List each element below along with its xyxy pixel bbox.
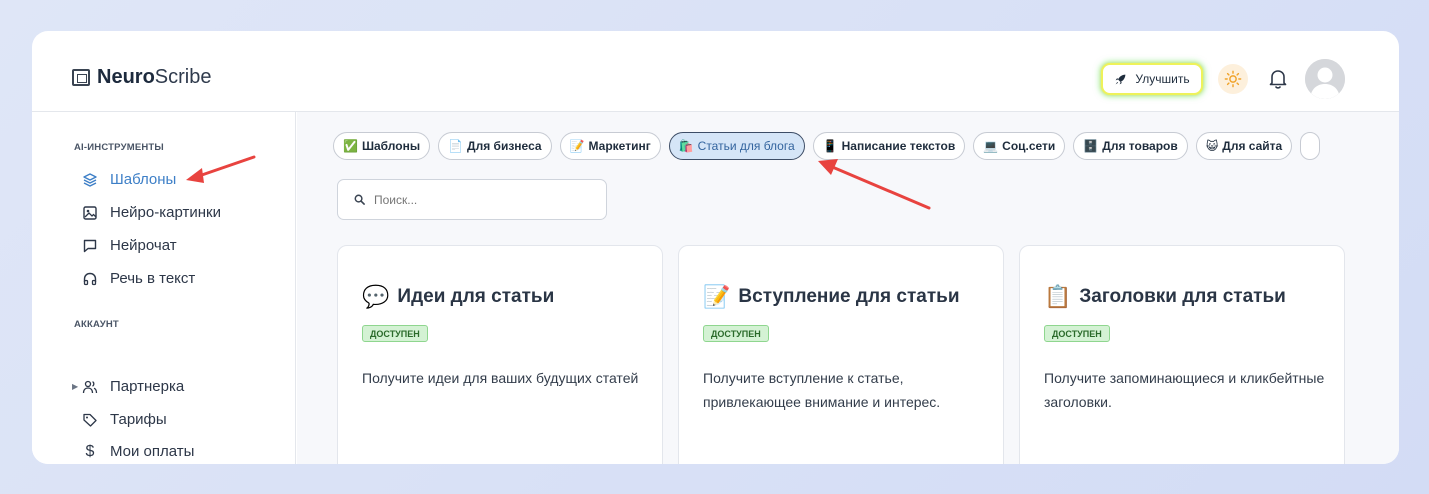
- image-icon: [82, 205, 98, 221]
- chip-products[interactable]: 🗄️ Для товаров: [1073, 132, 1188, 160]
- users-icon: [82, 379, 98, 395]
- headphones-icon: [82, 271, 98, 287]
- card-description: Получите идеи для ваших будущих статей: [362, 370, 639, 386]
- chip-copywriting[interactable]: 📱 Написание текстов: [812, 132, 966, 160]
- theme-toggle-button[interactable]: [1218, 64, 1248, 94]
- avatar-icon: [1305, 59, 1345, 99]
- chip-label: Для бизнеса: [467, 139, 542, 153]
- logo[interactable]: NeuroScribe: [72, 67, 212, 87]
- card-title-text: Идеи для статьи: [397, 286, 555, 307]
- card-title: 📋 Заголовки для статьи: [1044, 284, 1286, 310]
- search-icon: [354, 194, 365, 205]
- logo-text: NeuroScribe: [97, 66, 212, 88]
- text-lines-icon: 📝: [703, 284, 731, 309]
- chip-social[interactable]: 💻 Соц.сети: [973, 132, 1066, 160]
- status-badge: ДОСТУПЕН: [1044, 325, 1110, 342]
- chip-marketing[interactable]: 📝 Маркетинг: [559, 132, 661, 160]
- sidebar: AI-ИНСТРУМЕНТЫ Шаблоны Нейро-картинки Не…: [32, 112, 296, 464]
- chip-website[interactable]: 😺 Для сайта: [1195, 132, 1293, 160]
- bell-icon[interactable]: [1268, 68, 1288, 90]
- sidebar-item-payments[interactable]: $ Мои оплаты: [82, 442, 195, 461]
- cat-face-icon: 😺: [1205, 139, 1219, 153]
- template-card[interactable]: 💬 Идеи для статьи ДОСТУПЕН Получите идеи …: [337, 245, 663, 464]
- chip-label: Соц.сети: [1002, 139, 1056, 153]
- memo-icon: 📝: [569, 139, 585, 153]
- sidebar-item-label: Речь в текст: [110, 270, 196, 287]
- chip-overflow[interactable]: [1300, 132, 1321, 160]
- search-input[interactable]: [374, 192, 574, 207]
- expand-caret-icon[interactable]: ▶: [72, 382, 78, 391]
- phone-icon: 📱: [822, 139, 838, 153]
- search-box[interactable]: [337, 179, 607, 220]
- chip-label: Написание текстов: [841, 139, 956, 153]
- layers-icon: [82, 172, 98, 188]
- chip-label: Статьи для блога: [697, 139, 795, 153]
- status-badge: ДОСТУПЕН: [703, 325, 769, 342]
- sidebar-item-neurochat[interactable]: Нейрочат: [82, 237, 177, 254]
- sidebar-item-partner[interactable]: Партнерка: [82, 378, 184, 395]
- tag-icon: [82, 412, 98, 428]
- sidebar-item-templates[interactable]: Шаблоны: [82, 171, 176, 188]
- user-avatar[interactable]: [1305, 59, 1345, 99]
- upgrade-label: Улучшить: [1135, 72, 1190, 86]
- cabinet-icon: 🗄️: [1083, 139, 1099, 153]
- sidebar-item-label: Нейро-картинки: [110, 204, 221, 221]
- chip-label: Шаблоны: [361, 139, 421, 153]
- card-description: Получите запоминающиеся и кликбейтные за…: [1044, 370, 1325, 410]
- speech-bubble-icon: 💬: [362, 284, 390, 309]
- status-badge: ДОСТУПЕН: [362, 325, 428, 342]
- template-card[interactable]: 📋 Заголовки для статьи ДОСТУПЕН Получите …: [1019, 245, 1345, 464]
- section-label-account: АККАУНТ: [74, 319, 119, 330]
- card-title: 💬 Идеи для статьи: [362, 284, 554, 310]
- chip-business[interactable]: 📄 Для бизнеса: [438, 132, 552, 160]
- chip-templates[interactable]: ✅ Шаблоны: [333, 132, 431, 160]
- sidebar-item-tariffs[interactable]: Тарифы: [82, 411, 167, 428]
- card-title-text: Вступление для статьи: [738, 286, 960, 307]
- sun-icon: [1224, 70, 1242, 88]
- sidebar-item-speech-to-text[interactable]: Речь в текст: [82, 270, 195, 287]
- category-chips: ✅ Шаблоны 📄 Для бизнеса 📝 Маркетинг 🛍️ Стать…: [333, 132, 1321, 160]
- template-card[interactable]: 📝 Вступление для статьи ДОСТУПЕН Получите…: [678, 245, 1004, 464]
- upgrade-button[interactable]: Улучшить: [1101, 63, 1203, 95]
- shopping-bags-icon: 🛍️: [678, 139, 694, 153]
- sidebar-item-label: Нейрочат: [110, 237, 177, 254]
- sidebar-item-label: Партнерка: [110, 378, 185, 395]
- chip-label: Для сайта: [1222, 139, 1283, 153]
- main-content: ✅ Шаблоны 📄 Для бизнеса 📝 Маркетинг 🛍️ Стать…: [297, 112, 1399, 464]
- app-window: NeuroScribe Улучшить AI-ИНСТРУМЕНТЫ Шабл…: [32, 31, 1399, 464]
- checkbox-icon: ✅: [343, 139, 358, 153]
- chip-blog-articles[interactable]: 🛍️ Статьи для блога: [668, 132, 805, 160]
- chat-icon: [82, 238, 98, 254]
- sidebar-item-neuro-images[interactable]: Нейро-картинки: [82, 204, 221, 221]
- top-header: NeuroScribe Улучшить: [32, 31, 1399, 112]
- card-description: Получите вступление к статье, привлекающ…: [703, 370, 941, 410]
- laptop-icon: 💻: [983, 139, 999, 153]
- sidebar-item-label: Мои оплаты: [110, 443, 195, 460]
- section-label-tools: AI-ИНСТРУМЕНТЫ: [74, 142, 164, 153]
- logo-icon: [72, 68, 90, 86]
- note-icon: 📋: [1044, 284, 1072, 309]
- card-title-text: Заголовки для статьи: [1079, 286, 1286, 307]
- sidebar-item-label: Шаблоны: [110, 171, 177, 188]
- card-title: 📝 Вступление для статьи: [703, 284, 960, 310]
- sidebar-item-label: Тарифы: [110, 411, 167, 428]
- document-icon: 📄: [448, 139, 464, 153]
- chip-label: Для товаров: [1102, 139, 1178, 153]
- chip-label: Маркетинг: [588, 139, 651, 153]
- dollar-icon: $: [85, 442, 95, 460]
- rocket-icon: [1116, 74, 1126, 84]
